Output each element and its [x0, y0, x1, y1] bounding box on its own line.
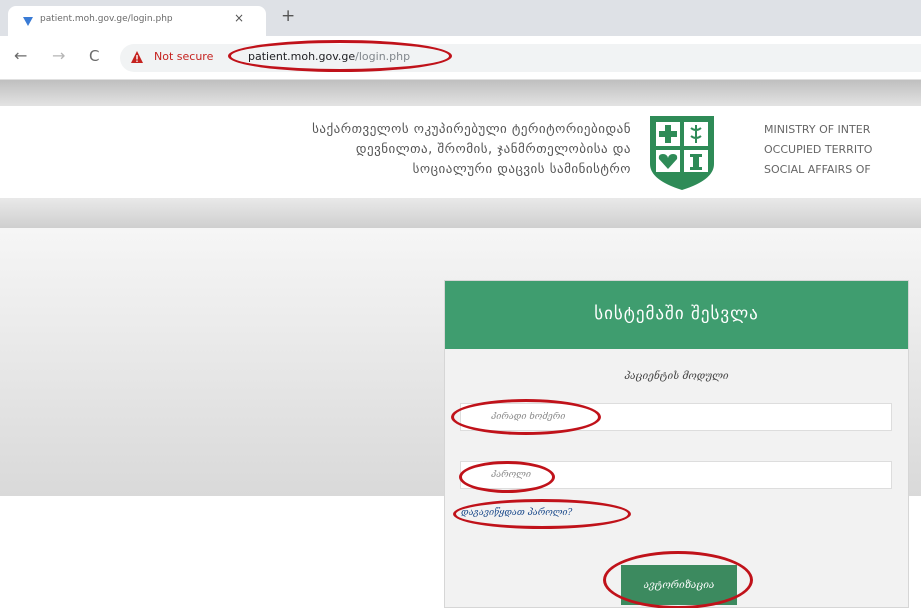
back-arrow-icon[interactable]: ←: [14, 46, 27, 66]
site-top-bar: [0, 80, 921, 106]
address-bar[interactable]: Not secure patient.moh.gov.ge/login.php: [120, 40, 921, 72]
browser-toolbar: ← → C Not secure patient.moh.gov.ge/logi…: [0, 36, 921, 80]
browser-tab[interactable]: patient.moh.gov.ge/login.php ×: [8, 6, 266, 36]
login-subtitle: პაციენტის მოდული: [624, 371, 729, 382]
ministry-name-english: MINISTRY OF INTER OCCUPIED TERRITO SOCIA…: [764, 120, 872, 180]
reload-icon[interactable]: C: [89, 46, 99, 66]
ministry-name-line: სოციალური დაცვის სამინისტრო: [412, 162, 631, 177]
ministry-name-line: SOCIAL AFFAIRS OF: [764, 163, 871, 176]
new-tab-icon[interactable]: +: [281, 6, 295, 26]
site-header: საქართველოს ოკუპირებული ტერიტორიებიდან დ…: [0, 106, 921, 198]
login-panel: სისტემაში შესვლა პაციენტის მოდული დაგავი…: [444, 280, 909, 608]
login-panel-header: სისტემაში შესვლა: [445, 281, 908, 349]
browser-tab-strip: patient.moh.gov.ge/login.php × +: [0, 0, 921, 36]
ministry-name-line: საქართველოს ოკუპირებული ტერიტორიებიდან: [312, 122, 631, 137]
personal-id-input[interactable]: [460, 403, 892, 431]
login-submit-button[interactable]: ავტორიზაცია: [621, 565, 737, 605]
login-title: სისტემაში შესვლა: [594, 304, 759, 324]
page: patient.moh.gov.ge/login.php × + ← → C N…: [0, 0, 921, 608]
tab-close-icon[interactable]: ×: [234, 11, 244, 25]
url-highlight-circle: [228, 40, 452, 72]
ministry-name-line: დევნილთა, შრომის, ჯანმრთელობისა და: [355, 142, 631, 157]
security-status-label[interactable]: Not secure: [154, 50, 213, 63]
ministry-name-line: OCCUPIED TERRITO: [764, 143, 873, 156]
ministry-emblem-logo: [650, 116, 714, 190]
password-input[interactable]: [460, 461, 892, 489]
forgot-password-link[interactable]: დაგავიწყდათ პაროლი?: [461, 508, 572, 518]
warning-triangle-icon[interactable]: [130, 50, 144, 64]
site-nav-bar: [0, 198, 921, 228]
forward-arrow-icon[interactable]: →: [52, 46, 65, 66]
ministry-name-georgian: საქართველოს ოკუპირებული ტერიტორიებიდან დ…: [111, 120, 631, 180]
tab-title: patient.moh.gov.ge/login.php: [40, 14, 173, 24]
ministry-name-line: MINISTRY OF INTER: [764, 123, 871, 136]
site-favicon-icon: [23, 17, 33, 26]
